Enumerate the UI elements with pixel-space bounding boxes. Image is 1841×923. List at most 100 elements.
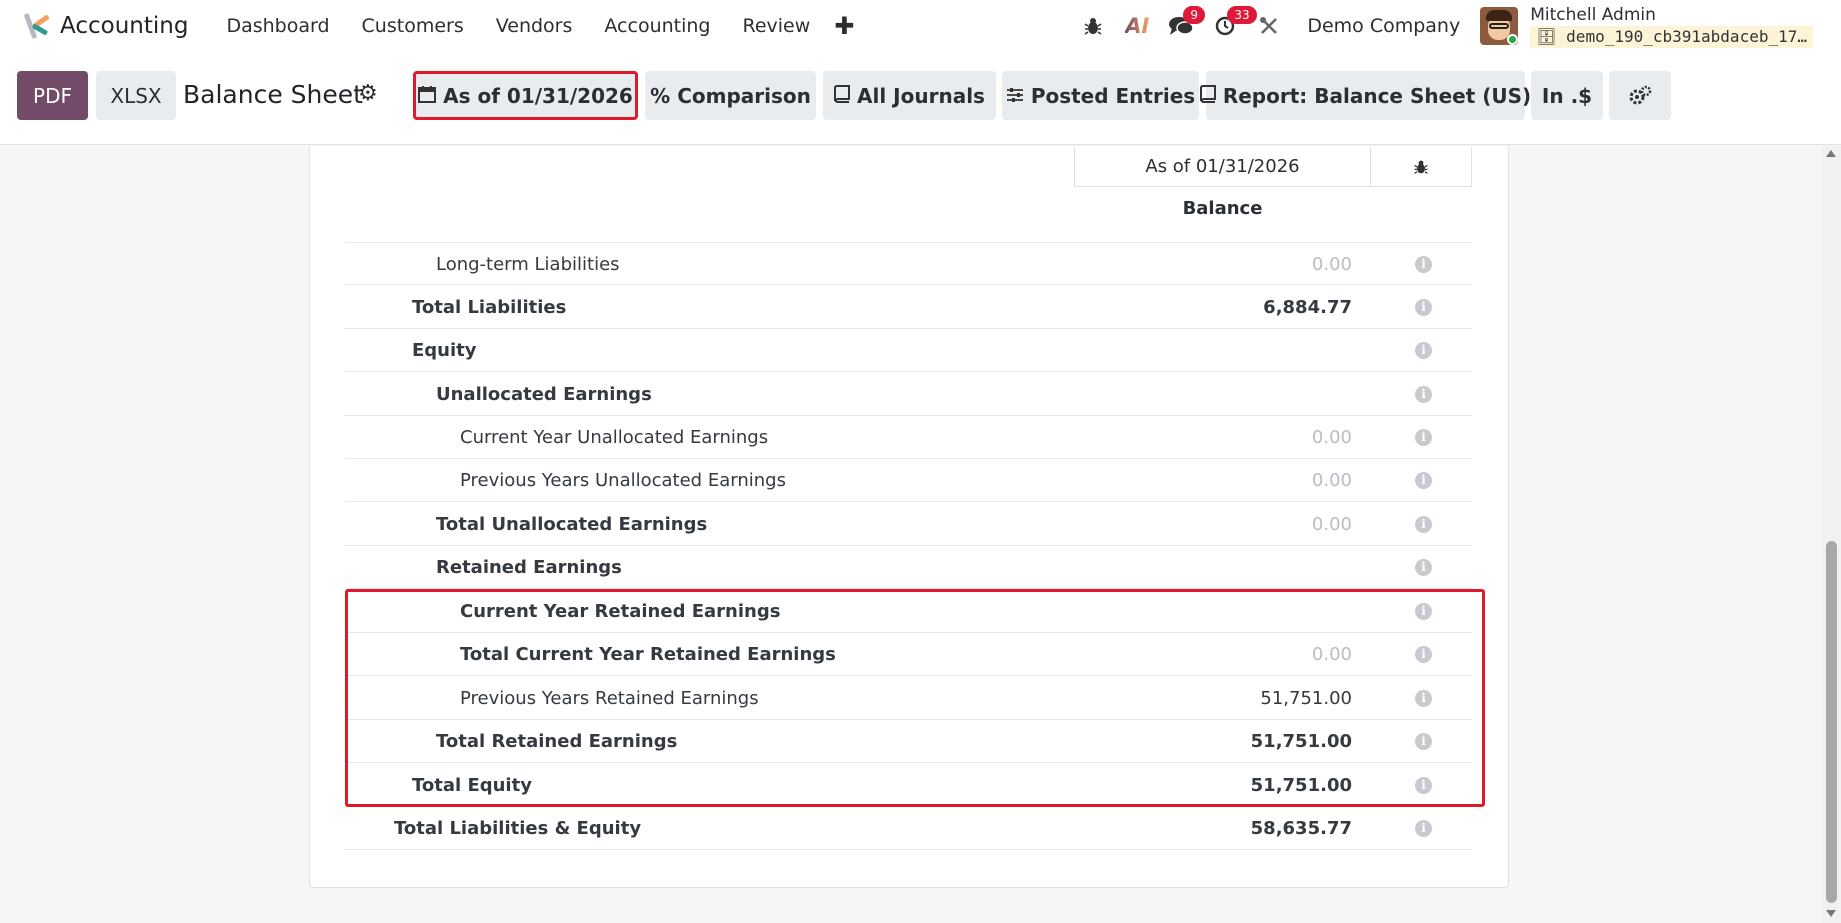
scroll-up-arrow-icon[interactable] [1826, 150, 1836, 157]
xlsx-button[interactable]: XLSX [96, 71, 176, 120]
line-value: 58,635.77 [1250, 818, 1352, 839]
scrollbar-thumb[interactable] [1826, 541, 1837, 903]
line-label: Equity [412, 340, 477, 361]
line-value: 0.00 [1311, 254, 1352, 275]
line-label: Current Year Unallocated Earnings [460, 427, 769, 448]
avatar [1480, 7, 1519, 45]
line-label: Total Retained Earnings [436, 731, 678, 752]
info-icon[interactable]: i [1415, 777, 1432, 794]
page-title: Balance Sheet [183, 80, 363, 109]
line-label: Previous Years Unallocated Earnings [460, 470, 786, 491]
comparison-label: Comparison [677, 83, 811, 108]
bug-icon[interactable] [1071, 0, 1115, 52]
app-name: Accounting [60, 13, 189, 39]
gear-icon[interactable]: ⚙ [358, 81, 378, 106]
user-name: Mitchell Admin [1530, 4, 1656, 25]
report-variant-label: Report: Balance Sheet (US) [1222, 83, 1532, 108]
line-label: Total Current Year Retained Earnings [460, 644, 836, 665]
comparison-button[interactable]: % Comparison [645, 71, 816, 120]
menu-customers[interactable]: Customers [346, 15, 480, 37]
line-value: 0.00 [1311, 514, 1352, 535]
plus-icon[interactable]: ✚ [834, 12, 854, 40]
report-line-total-equity[interactable]: Total Equity 51,751.00 i [345, 764, 1472, 807]
tools-icon[interactable] [1247, 0, 1291, 52]
column-header-date: As of 01/31/2026 [1074, 147, 1371, 187]
chat-icon[interactable]: 9 [1159, 0, 1205, 52]
database-icon: 🗄 [1536, 26, 1557, 46]
info-icon[interactable]: i [1415, 559, 1432, 576]
top-navbar: Accounting Dashboard Customers Vendors A… [0, 0, 1841, 52]
line-value: 51,751.00 [1250, 775, 1352, 796]
control-panel: PDF XLSX Balance Sheet ⚙ As of 01/31/202… [0, 52, 1841, 145]
info-icon[interactable]: i [1415, 299, 1432, 316]
info-icon[interactable]: i [1415, 690, 1432, 707]
database-name: 🗄 demo_190_cb391abdaceb_17… [1530, 25, 1813, 48]
options-gears-icon[interactable] [1609, 71, 1671, 120]
report-line-retained-earnings[interactable]: Retained Earnings i [345, 546, 1472, 589]
info-icon[interactable]: i [1415, 646, 1432, 663]
date-filter-label: As of 01/31/2026 [443, 83, 633, 108]
info-icon[interactable]: i [1415, 386, 1432, 403]
book-icon [834, 84, 851, 108]
posted-entries-label: Posted Entries [1030, 83, 1196, 108]
column-subheader-balance: Balance [1182, 198, 1263, 219]
menu-review[interactable]: Review [727, 15, 827, 37]
report-line-unallocated-earnings[interactable]: Unallocated Earnings i [345, 373, 1472, 416]
line-label: Retained Earnings [436, 557, 622, 578]
book-icon [1199, 84, 1216, 108]
line-label: Current Year Retained Earnings [460, 601, 781, 622]
info-icon[interactable]: i [1415, 516, 1432, 533]
report-line-equity[interactable]: Equity i [345, 329, 1472, 372]
line-label: Total Unallocated Earnings [436, 514, 708, 535]
main-menu: Dashboard Customers Vendors Accounting R… [210, 15, 826, 37]
report-line-current-year-unallocated[interactable]: Current Year Unallocated Earnings 0.00 i [345, 416, 1472, 459]
menu-accounting[interactable]: Accounting [588, 15, 726, 37]
posted-entries-button[interactable]: Posted Entries [1002, 71, 1199, 120]
accounting-logo-icon [22, 11, 52, 41]
currency-button[interactable]: In .$ [1531, 71, 1603, 120]
journals-label: All Journals [857, 83, 985, 108]
report-line-total-current-year-retained[interactable]: Total Current Year Retained Earnings 0.0… [345, 633, 1472, 676]
scroll-down-arrow-icon[interactable] [1826, 910, 1836, 917]
report-line-total-liabilities-equity[interactable]: Total Liabilities & Equity 58,635.77 i [345, 807, 1472, 850]
report-variant-button[interactable]: Report: Balance Sheet (US) [1199, 71, 1531, 120]
pdf-button[interactable]: PDF [17, 71, 88, 120]
line-value: 6,884.77 [1263, 297, 1352, 318]
info-icon[interactable]: i [1415, 603, 1432, 620]
info-icon[interactable]: i [1415, 429, 1432, 446]
report-line-current-year-retained[interactable]: Current Year Retained Earnings i [345, 590, 1472, 633]
line-label: Previous Years Retained Earnings [460, 688, 759, 709]
report-line-total-liabilities[interactable]: Total Liabilities 6,884.77 i [345, 286, 1472, 329]
line-label: Long-term Liabilities [436, 254, 620, 275]
line-label: Total Equity [412, 775, 532, 796]
line-value: 0.00 [1311, 644, 1352, 665]
user-menu[interactable]: Mitchell Admin 🗄 demo_190_cb391abdaceb_1… [1480, 5, 1813, 48]
info-icon[interactable]: i [1415, 256, 1432, 273]
report-line-previous-years-unallocated[interactable]: Previous Years Unallocated Earnings 0.00… [345, 459, 1472, 502]
info-icon[interactable]: i [1415, 733, 1432, 750]
ai-icon[interactable]: AI [1115, 0, 1159, 52]
info-icon[interactable]: i [1415, 472, 1432, 489]
line-label: Total Liabilities & Equity [394, 818, 642, 839]
sliders-icon [1006, 84, 1024, 108]
info-icon[interactable]: i [1415, 820, 1432, 837]
line-value: 51,751.00 [1250, 731, 1352, 752]
app-brand[interactable]: Accounting [22, 11, 188, 41]
journals-button[interactable]: All Journals [823, 71, 996, 120]
info-icon[interactable]: i [1415, 342, 1432, 359]
line-label: Unallocated Earnings [436, 384, 652, 405]
company-switcher[interactable]: Demo Company [1307, 15, 1460, 37]
line-value: 0.00 [1311, 470, 1352, 491]
systray: AI 9 33 Demo Company Mitchell Admin 🗄 de… [1071, 0, 1841, 52]
line-value: 51,751.00 [1260, 688, 1352, 709]
calendar-icon [418, 84, 437, 108]
report-line-previous-years-retained[interactable]: Previous Years Retained Earnings 51,751.… [345, 677, 1472, 720]
report-line-total-unallocated[interactable]: Total Unallocated Earnings 0.00 i [345, 503, 1472, 546]
debug-bug-icon[interactable] [1370, 147, 1472, 187]
report-line-long-term-liabilities[interactable]: Long-term Liabilities 0.00 i [345, 242, 1472, 285]
menu-vendors[interactable]: Vendors [480, 15, 589, 37]
menu-dashboard[interactable]: Dashboard [210, 15, 345, 37]
activity-clock-icon[interactable]: 33 [1203, 0, 1257, 52]
date-filter-button[interactable]: As of 01/31/2026 [413, 71, 638, 120]
report-line-total-retained[interactable]: Total Retained Earnings 51,751.00 i [345, 720, 1472, 763]
